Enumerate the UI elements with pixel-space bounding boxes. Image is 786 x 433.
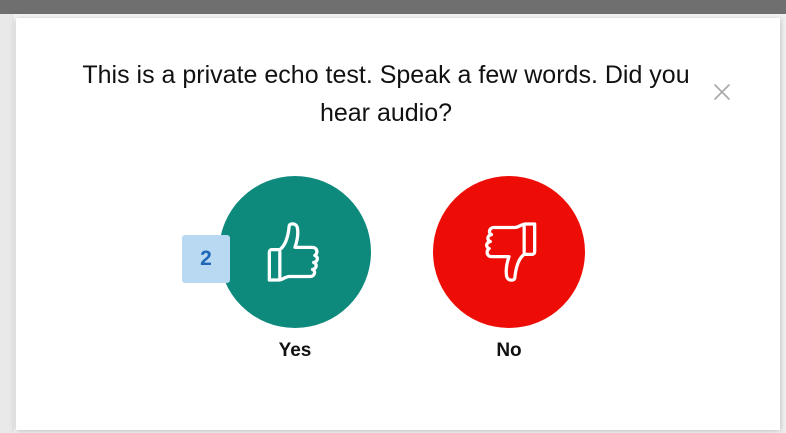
no-button[interactable] xyxy=(433,176,585,328)
echo-test-dialog: This is a private echo test. Speak a few… xyxy=(16,18,780,430)
yes-label: Yes xyxy=(278,340,312,361)
no-choice[interactable]: No xyxy=(433,176,585,362)
shortcut-badge: 2 xyxy=(182,235,230,283)
yes-choice[interactable]: Yes xyxy=(219,176,371,362)
close-button[interactable] xyxy=(710,80,734,104)
thumbs-up-icon xyxy=(267,222,319,282)
yes-button[interactable] xyxy=(219,176,371,328)
close-icon xyxy=(714,84,730,100)
echo-test-question: This is a private echo test. Speak a few… xyxy=(82,61,690,127)
no-label: No xyxy=(496,340,522,361)
thumbs-down-icon xyxy=(485,222,537,282)
background-edge-left xyxy=(0,14,14,433)
background-edge-right xyxy=(780,14,786,433)
